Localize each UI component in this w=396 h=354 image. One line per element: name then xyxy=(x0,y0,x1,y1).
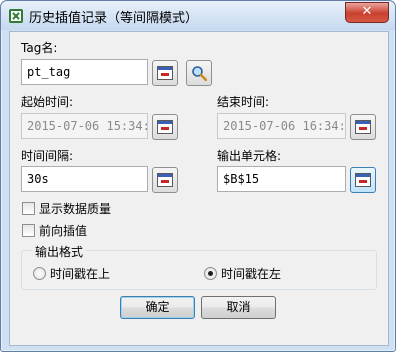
start-time-picker-button[interactable] xyxy=(152,114,178,140)
interval-label: 时间间隔: xyxy=(21,149,74,163)
cell-picker-icon xyxy=(355,120,371,134)
interval-picker-button[interactable] xyxy=(152,167,178,193)
output-cell-input[interactable]: $B$15 xyxy=(217,166,346,192)
timestamp-top-label: 时间戳在上 xyxy=(50,267,111,281)
cell-picker-icon xyxy=(157,173,173,187)
interval-input[interactable]: 30s xyxy=(21,166,148,192)
forward-interp-label: 前向插值 xyxy=(39,224,88,238)
close-icon: ✕ xyxy=(361,4,373,19)
cancel-button[interactable]: 取消 xyxy=(201,296,276,319)
close-button[interactable]: ✕ xyxy=(345,2,389,23)
cell-picker-icon xyxy=(157,66,173,80)
start-time-input[interactable]: 2015-07-06 15:34:23 xyxy=(21,113,148,139)
tag-label: Tag名: xyxy=(21,41,58,55)
output-cell-picker-button[interactable] xyxy=(350,167,376,193)
dialog-body: Tag名: pt_tag 起始时间: 结束时间: 2015-07-06 15:3… xyxy=(9,31,389,346)
end-time-picker-button[interactable] xyxy=(350,114,376,140)
cell-picker-icon xyxy=(355,173,371,187)
radio-selected-dot xyxy=(208,271,213,276)
ok-button[interactable]: 确定 xyxy=(120,296,195,319)
magnifier-icon xyxy=(192,66,207,81)
dialog-window: 历史插值记录（等间隔模式） ✕ Tag名: pt_tag 起始时间: 结束时间:… xyxy=(0,0,396,352)
show-quality-label: 显示数据质量 xyxy=(39,202,112,216)
title-bar[interactable]: 历史插值记录（等间隔模式） ✕ xyxy=(1,1,395,30)
forward-interp-checkbox[interactable] xyxy=(22,224,35,237)
cell-picker-icon xyxy=(157,120,173,134)
tag-search-button[interactable] xyxy=(186,60,212,86)
tag-input[interactable]: pt_tag xyxy=(21,59,148,85)
end-time-label: 结束时间: xyxy=(217,95,270,109)
tag-cell-picker-button[interactable] xyxy=(152,60,178,86)
show-quality-checkbox[interactable] xyxy=(22,202,35,215)
output-format-title: 输出格式 xyxy=(32,243,87,260)
start-time-label: 起始时间: xyxy=(21,95,74,109)
window-title: 历史插值记录（等间隔模式） xyxy=(29,11,199,26)
timestamp-top-radio[interactable] xyxy=(33,267,46,280)
end-time-input[interactable]: 2015-07-06 16:34:23 xyxy=(217,113,346,139)
output-cell-label: 输出单元格: xyxy=(217,149,282,163)
timestamp-left-radio[interactable] xyxy=(204,267,217,280)
timestamp-left-label: 时间戳在左 xyxy=(221,267,282,281)
excel-app-icon xyxy=(9,9,23,23)
